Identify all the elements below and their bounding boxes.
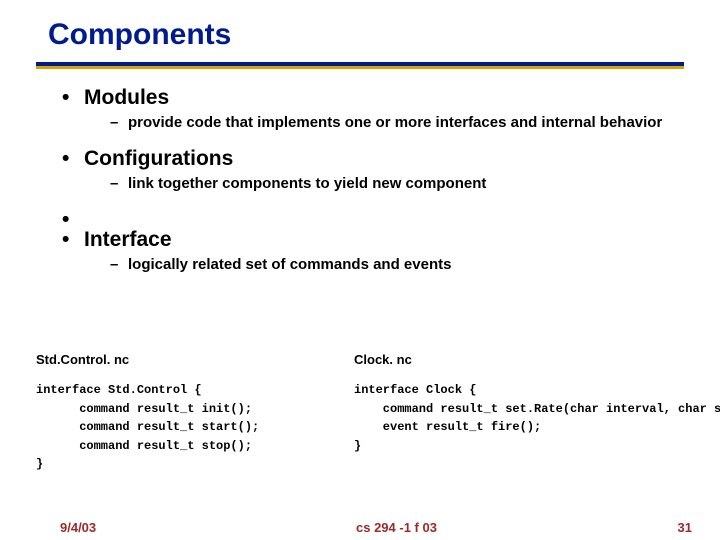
bullet-sub: logically related set of commands and ev… [84,256,680,275]
code-column-left: Std.Control. nc interface Std.Control { … [36,352,354,474]
bullet-configurations: Configurations link together components … [60,147,680,194]
bullet-interface: Interface logically related set of comma… [60,228,680,275]
bullet-sub: link together components to yield new co… [84,175,680,194]
code-column-right: Clock. nc interface Clock { command resu… [354,352,704,474]
bullet-head: Interface [84,228,172,251]
sub-list: logically related set of commands and ev… [84,256,680,275]
code-right: interface Clock { command result_t set.R… [354,381,704,455]
sub-list: link together components to yield new co… [84,175,680,194]
slide: Components Modules provide code that imp… [0,0,720,540]
footer-course: cs 294 -1 f 03 [356,520,437,535]
code-left: interface Std.Control { command result_t… [36,381,354,474]
divider-gold [36,66,684,69]
bullet-head: Modules [84,86,169,109]
sub-list: provide code that implements one or more… [84,114,680,133]
code-columns: Std.Control. nc interface Std.Control { … [36,352,706,474]
footer-page: 31 [678,520,692,535]
slide-title: Components [48,18,231,52]
spacer [60,208,680,222]
bullet-sub: provide code that implements one or more… [84,114,680,133]
footer-date: 9/4/03 [60,520,96,535]
bullet-head: Configurations [84,147,233,170]
bullet-list: Modules provide code that implements one… [60,86,680,274]
bullet-modules: Modules provide code that implements one… [60,86,680,133]
filename-right: Clock. nc [354,352,704,367]
filename-left: Std.Control. nc [36,352,354,367]
content-area: Modules provide code that implements one… [60,86,680,288]
